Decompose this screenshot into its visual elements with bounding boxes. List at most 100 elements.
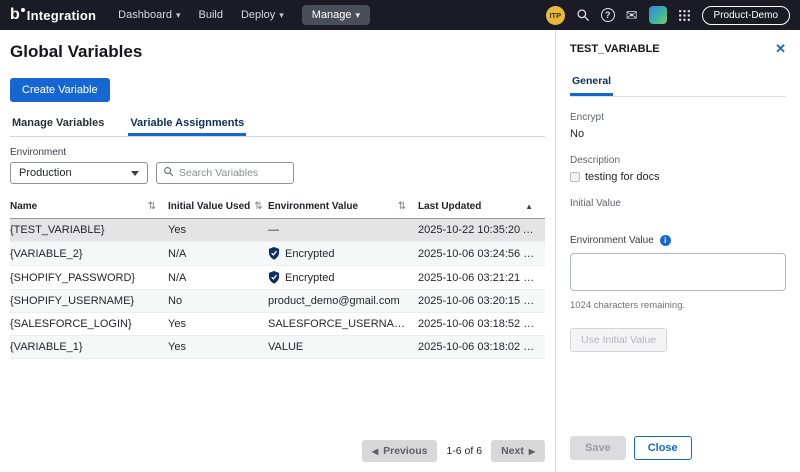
sort-icon (144, 201, 156, 212)
cell-environment-value: Encrypted (268, 266, 418, 289)
column-header-name[interactable]: Name (10, 201, 168, 212)
nav-deploy-label: Deploy (240, 9, 276, 21)
page-title: Global Variables (10, 42, 143, 61)
column-header-label: Initial Value Used (168, 201, 251, 212)
nav-build-label: Build (198, 9, 223, 21)
cell-name: {SALESFORCE_LOGIN} (10, 318, 132, 330)
table-body: {TEST_VARIABLE} Yes — 2025-10-22 10:35:2… (10, 219, 545, 359)
previous-page-button[interactable]: Previous (361, 440, 438, 462)
navbar-actions: ITP Product-Demo (545, 5, 790, 25)
panel-title: TEST_VARIABLE (570, 42, 660, 55)
cell-environment-value: VALUE (268, 341, 304, 353)
close-icon[interactable] (775, 42, 786, 55)
cell-environment-value-label: Encrypted (285, 271, 335, 284)
apps-grid-icon[interactable] (678, 9, 691, 22)
cell-environment-value-label: Encrypted (285, 247, 335, 260)
previous-arrow-icon (372, 445, 378, 457)
column-header-last-updated[interactable]: Last Updated (418, 201, 545, 212)
previous-label: Previous (383, 445, 428, 457)
table-row[interactable]: {VARIABLE_1} Yes VALUE 2025-10-06 03:18:… (10, 336, 545, 359)
panel-tab-bar: General (570, 71, 786, 97)
save-button[interactable]: Save (570, 436, 626, 460)
mail-icon[interactable] (626, 8, 638, 22)
cell-initial-value-used: No (168, 295, 183, 307)
close-button[interactable]: Close (633, 436, 692, 460)
cell-name: {VARIABLE_1} (10, 341, 83, 353)
description-value: testing for docs (585, 171, 660, 183)
pagination-range: 1-6 of 6 (446, 445, 483, 457)
chevron-down-icon (356, 9, 361, 21)
cell-name: {SHOPIFY_PASSWORD} (10, 271, 136, 284)
tab-variable-assignments[interactable]: Variable Assignments (128, 117, 247, 136)
environment-value-textarea[interactable] (570, 253, 786, 291)
table-row[interactable]: {SHOPIFY_USERNAME} No product_demo@gmail… (10, 290, 545, 313)
nav-dashboard-label: Dashboard (118, 9, 172, 21)
chevron-down-icon (279, 9, 284, 21)
column-header-label: Last Updated (418, 201, 482, 212)
nav-build[interactable]: Build (199, 9, 223, 21)
nav-deploy[interactable]: Deploy (241, 9, 284, 21)
cell-initial-value-used: Yes (168, 224, 186, 236)
column-header-label: Environment Value (268, 201, 359, 212)
description-label: Description (570, 155, 621, 166)
cell-last-updated: 2025-10-06 03:18:52 PM (418, 318, 540, 330)
avatar[interactable] (648, 6, 667, 24)
table-row[interactable]: {TEST_VARIABLE} Yes — 2025-10-22 10:35:2… (10, 219, 545, 242)
chevron-down-icon (131, 170, 139, 176)
next-arrow-icon (529, 445, 535, 457)
sort-icon (250, 201, 262, 212)
cell-name: {SHOPIFY_USERNAME} (10, 295, 135, 307)
search-variables-box (156, 162, 294, 184)
product-name: Integration (26, 7, 97, 23)
encrypt-value: No (570, 128, 585, 140)
characters-remaining: 1024 characters remaining. (570, 300, 686, 311)
cell-initial-value-used: N/A (168, 247, 187, 260)
tab-general[interactable]: General (570, 75, 614, 96)
panel-footer: Save Close (570, 436, 692, 460)
environment-select[interactable]: Production (10, 162, 148, 184)
cell-environment-value: product_demo@gmail.com (268, 295, 400, 307)
help-icon[interactable] (600, 8, 615, 22)
table-row[interactable]: {VARIABLE_2} N/A Encrypted 2025-10-06 03… (10, 242, 545, 266)
cell-name: {TEST_VARIABLE} (10, 224, 105, 236)
next-page-button[interactable]: Next (491, 440, 545, 462)
pagination: Previous 1-6 of 6 Next (361, 440, 545, 462)
nav-dashboard[interactable]: Dashboard (118, 9, 180, 21)
environment-label: Environment (10, 147, 67, 158)
detail-panel: TEST_VARIABLE General Encrypt No Descrip… (555, 30, 800, 472)
boomi-logo-icon[interactable]: b (10, 7, 25, 23)
initial-value-label: Initial Value (570, 198, 621, 209)
use-initial-value-button[interactable]: Use Initial Value (570, 328, 668, 352)
encrypted-shield-icon (268, 247, 280, 260)
account-switcher[interactable]: Product-Demo (701, 5, 790, 25)
description-icon (570, 172, 580, 182)
search-icon[interactable] (576, 8, 590, 22)
cell-last-updated: 2025-10-06 03:18:02 PM (418, 341, 540, 353)
search-variables-input[interactable] (179, 167, 287, 179)
nav-manage[interactable]: Manage (301, 5, 371, 25)
column-header-initial-value-used[interactable]: Initial Value Used (168, 201, 268, 212)
cell-initial-value-used: Yes (168, 341, 186, 353)
column-header-environment-value[interactable]: Environment Value (268, 201, 418, 212)
cell-environment-value: Encrypted (268, 242, 418, 265)
filter-bar: Environment Production (10, 147, 545, 184)
tab-bar: Manage Variables Variable Assignments (10, 117, 545, 137)
cell-last-updated: 2025-10-22 10:35:20 AM (418, 224, 540, 236)
create-variable-button[interactable]: Create Variable (10, 78, 110, 102)
variables-table: Name Initial Value Used Environment Valu… (10, 197, 545, 359)
column-header-label: Name (10, 201, 38, 212)
top-navbar: b Integration Dashboard Build Deploy Man… (0, 0, 800, 30)
info-icon[interactable] (659, 235, 671, 246)
app-window: b Integration Dashboard Build Deploy Man… (0, 0, 800, 472)
cell-name: {VARIABLE_2} (10, 247, 83, 260)
table-row[interactable]: {SALESFORCE_LOGIN} Yes SALESFORCE_USERNA… (10, 313, 545, 336)
encrypt-label: Encrypt (570, 112, 604, 123)
tab-manage-variables[interactable]: Manage Variables (10, 117, 106, 136)
main-nav: Dashboard Build Deploy Manage (118, 5, 371, 25)
next-label: Next (501, 445, 524, 457)
table-header-row: Name Initial Value Used Environment Valu… (10, 197, 545, 219)
account-initials-badge[interactable]: ITP (545, 5, 565, 25)
cell-environment-value: SALESFORCE_USERNAME (268, 318, 411, 330)
table-row[interactable]: {SHOPIFY_PASSWORD} N/A Encrypted 2025-10… (10, 266, 545, 290)
environment-select-value: Production (19, 167, 72, 179)
